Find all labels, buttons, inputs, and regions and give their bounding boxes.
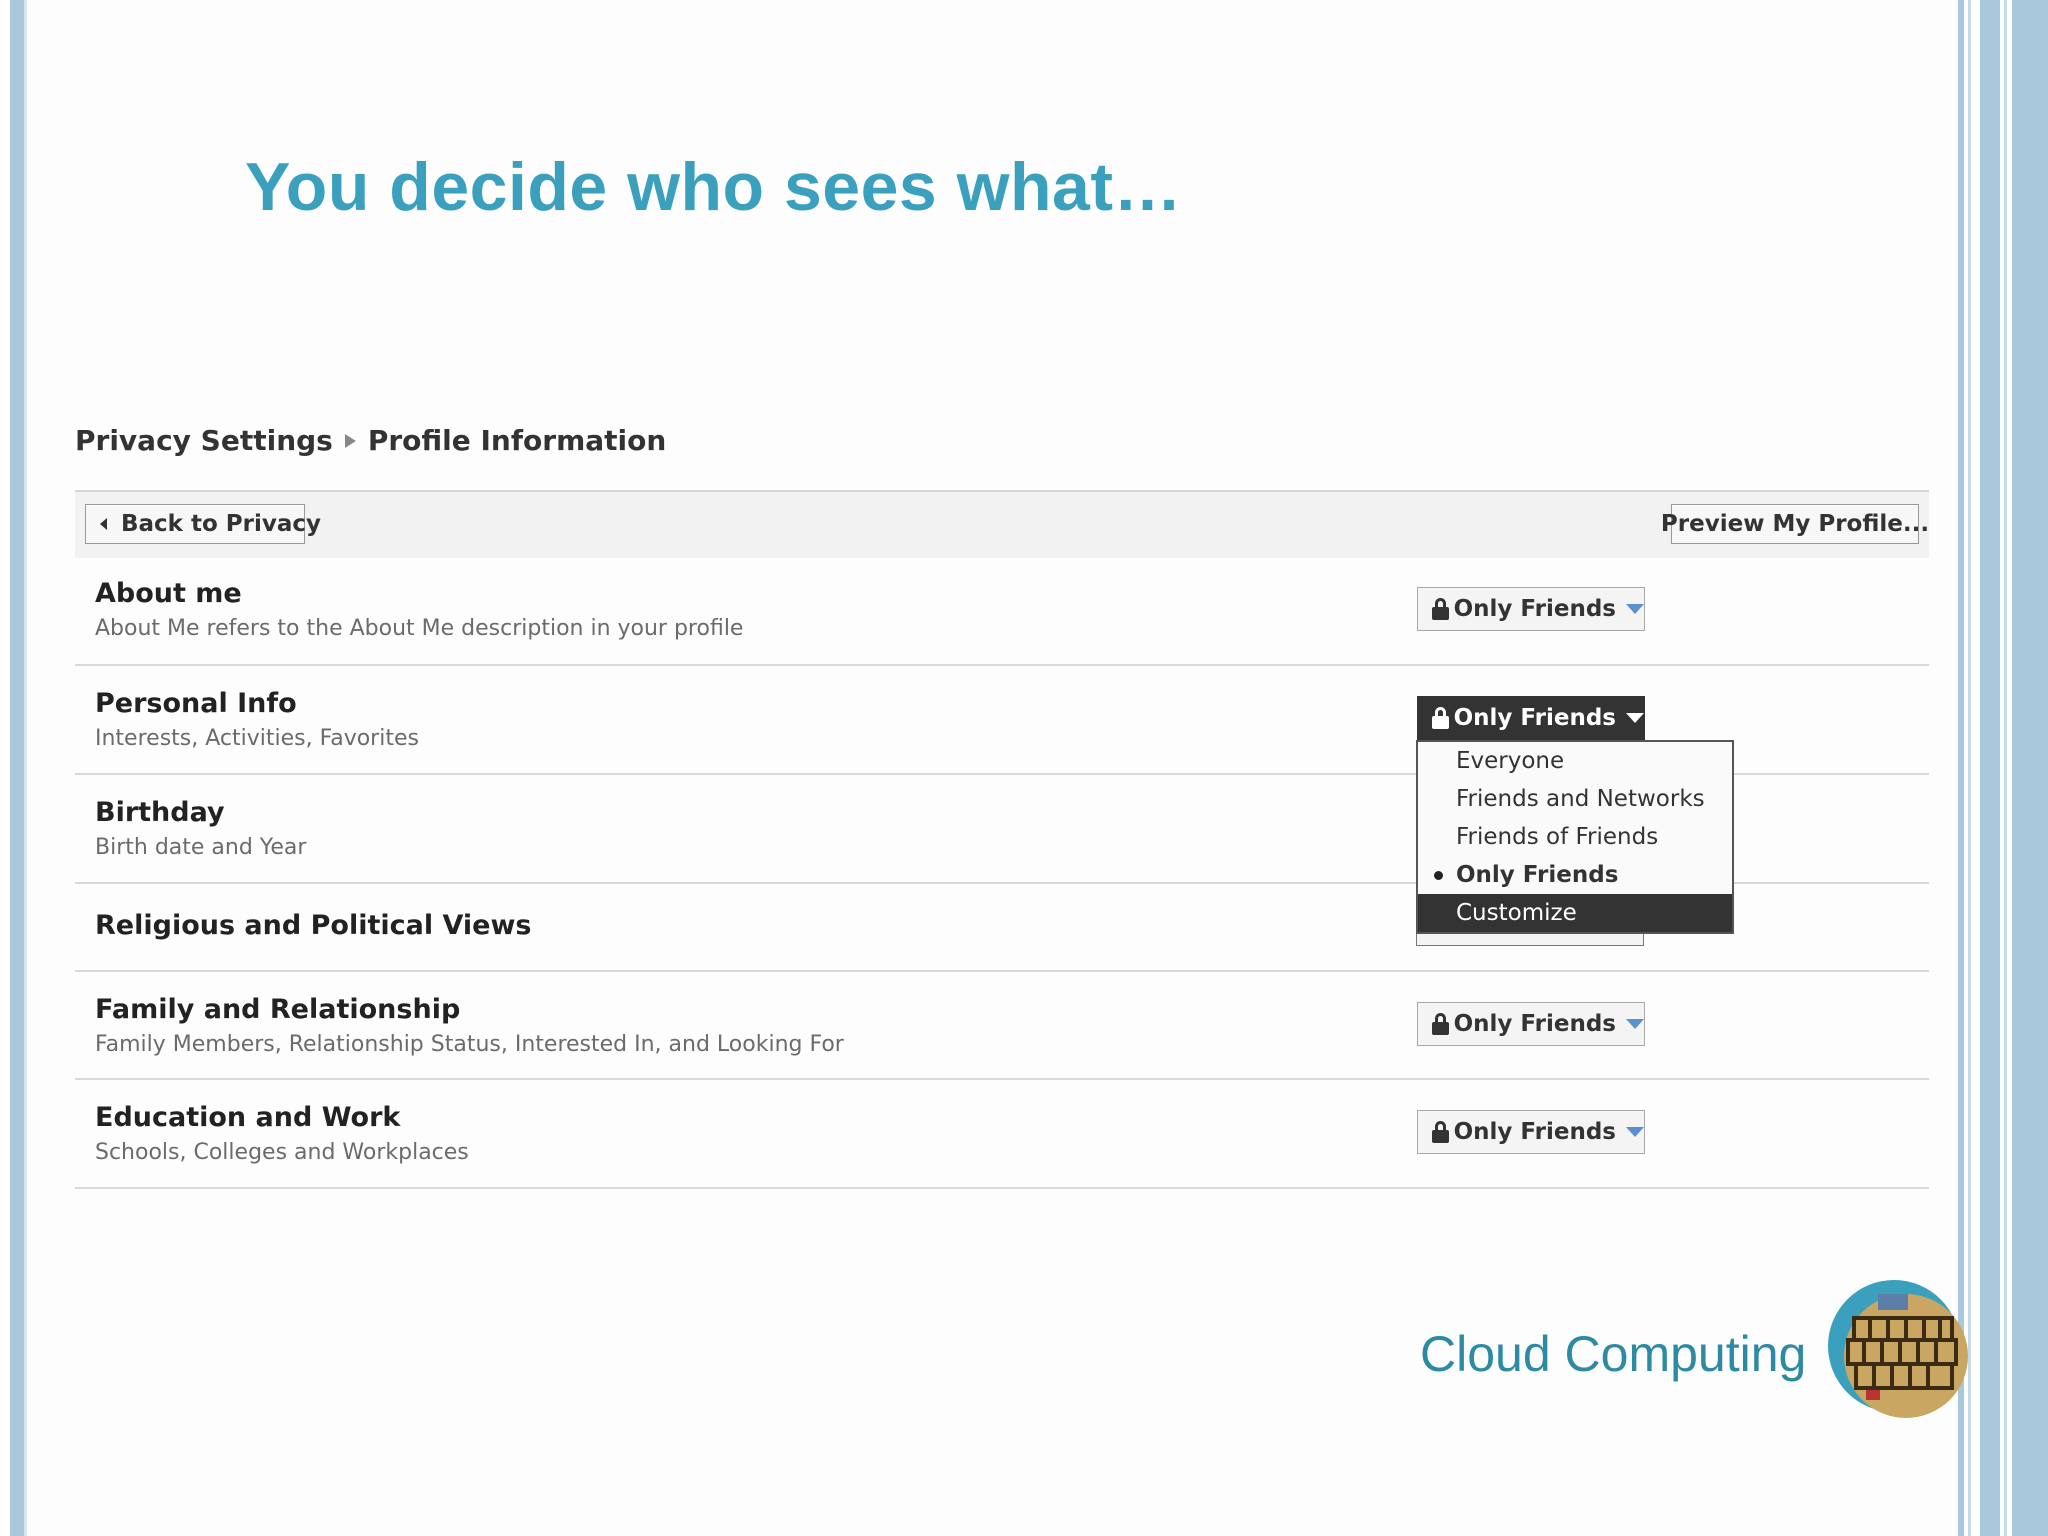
row-title: Birthday xyxy=(95,797,225,828)
lock-icon xyxy=(1432,1121,1449,1143)
slide-left-border-inner xyxy=(24,0,27,1536)
slide-left-border xyxy=(10,0,24,1536)
back-to-privacy-label: Back to Privacy xyxy=(121,511,322,537)
privacy-dropdown-menu: Everyone Friends and Networks Friends of… xyxy=(1416,740,1734,934)
select-value: Only Friends xyxy=(1453,596,1616,622)
footer-title: Cloud Computing xyxy=(1420,1326,1807,1382)
menu-option-everyone[interactable]: Everyone xyxy=(1418,742,1732,780)
select-value: Only Friends xyxy=(1453,1119,1616,1145)
privacy-select-family-relationship[interactable]: Only Friends xyxy=(1417,1002,1645,1046)
row-title: Family and Relationship xyxy=(95,994,461,1025)
row-title: About me xyxy=(95,578,242,609)
select-value: Only Friends xyxy=(1453,1011,1616,1037)
caret-down-icon xyxy=(1626,1127,1644,1137)
preview-profile-label: Preview My Profile... xyxy=(1660,511,1930,537)
select-value: Only Friends xyxy=(1453,705,1616,731)
selected-bullet-icon xyxy=(1434,871,1443,880)
back-to-privacy-button[interactable]: Back to Privacy xyxy=(85,504,321,544)
lock-icon xyxy=(1432,707,1449,729)
row-description: Birth date and Year xyxy=(95,835,307,860)
menu-option-friends-and-networks[interactable]: Friends and Networks xyxy=(1418,780,1732,818)
privacy-row-about-me: About me About Me refers to the About Me… xyxy=(75,556,1929,666)
privacy-select-education-work[interactable]: Only Friends xyxy=(1417,1110,1645,1154)
breadcrumb: Privacy Settings Profile Information xyxy=(75,424,666,457)
privacy-row-education-work: Education and Work Schools, Colleges and… xyxy=(75,1080,1929,1189)
breadcrumb-root[interactable]: Privacy Settings xyxy=(75,424,333,457)
privacy-select-personal-info[interactable]: Only Friends xyxy=(1417,696,1645,740)
cloud-computing-logo xyxy=(1828,1280,1968,1418)
caret-down-icon xyxy=(1626,1019,1644,1029)
row-description: Family Members, Relationship Status, Int… xyxy=(95,1032,844,1057)
dropdown-select-edge xyxy=(1416,932,1644,946)
caret-down-icon xyxy=(1626,604,1644,614)
row-description: Interests, Activities, Favorites xyxy=(95,726,419,751)
row-description: Schools, Colleges and Workplaces xyxy=(95,1140,469,1165)
privacy-row-family-relationship: Family and Relationship Family Members, … xyxy=(75,972,1929,1080)
caret-down-icon xyxy=(1626,713,1644,723)
back-arrow-icon xyxy=(100,518,107,530)
preview-profile-button[interactable]: Preview My Profile... xyxy=(1661,504,1929,544)
menu-option-only-friends[interactable]: Only Friends xyxy=(1418,856,1732,894)
breadcrumb-arrow-icon xyxy=(344,433,356,448)
breadcrumb-current: Profile Information xyxy=(367,424,667,457)
menu-option-friends-of-friends[interactable]: Friends of Friends xyxy=(1418,818,1732,856)
row-title: Religious and Political Views xyxy=(95,910,532,941)
lock-icon xyxy=(1432,1013,1449,1035)
privacy-select-about-me[interactable]: Only Friends xyxy=(1417,587,1645,631)
row-title: Education and Work xyxy=(95,1102,401,1133)
menu-option-customize[interactable]: Customize xyxy=(1418,894,1732,932)
slide-title: You decide who sees what… xyxy=(245,149,1183,225)
menu-option-label: Only Friends xyxy=(1456,862,1619,888)
slide-right-border xyxy=(1958,0,2048,1536)
row-title: Personal Info xyxy=(95,688,297,719)
lock-icon xyxy=(1432,598,1449,620)
row-description: About Me refers to the About Me descript… xyxy=(95,616,744,641)
privacy-toolbar: Back to Privacy Preview My Profile... xyxy=(75,490,1929,558)
